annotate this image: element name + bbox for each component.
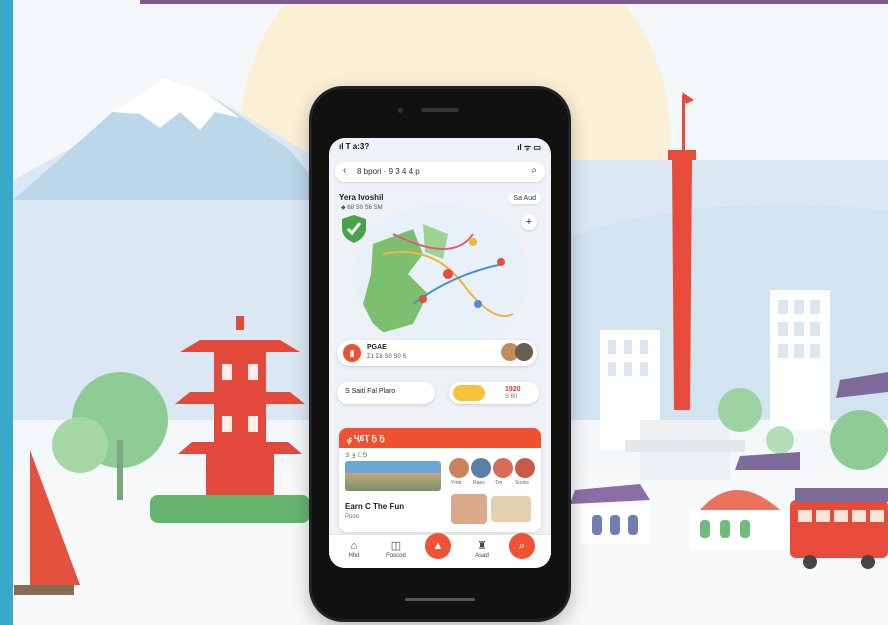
tab-label: Foscod <box>386 553 406 559</box>
app-screen: ıl T a:3? ıl ᯤ ▭ ‹ 8 bpori · 9 3 4 4 p ⌕… <box>329 138 551 568</box>
chevron-left-icon[interactable]: ‹ <box>343 165 346 176</box>
price-chip[interactable]: 1920 S 60 <box>449 382 539 404</box>
thumb-caption: Sooks <box>515 480 529 486</box>
compass-icon: ▲ <box>432 540 444 552</box>
status-time: ıl T a:3? <box>339 142 370 151</box>
price-value: 1920 <box>505 386 521 393</box>
plan-label: S Saiti Fal Plaro <box>345 388 396 395</box>
thumbnail[interactable] <box>471 458 491 478</box>
location-card[interactable]: ▮ PGAE Σ1 Σ8 S0 S0 S <box>337 340 537 366</box>
status-icons: ıl ᯤ ▭ <box>517 143 541 152</box>
food-photo[interactable] <box>491 496 531 522</box>
home-icon: ⌂ <box>350 540 358 552</box>
castle-icon: ♜ <box>477 540 487 552</box>
top-image-strip <box>140 0 888 4</box>
feature-card-header: ݷ ҶϐҬ Ҕ Ҕ <box>339 428 541 448</box>
search-bar[interactable]: ‹ 8 bpori · 9 3 4 4 p ⌕ <box>335 162 545 182</box>
smartphone: ıl T a:3? ıl ᯤ ▭ ‹ 8 bpori · 9 3 4 4 p ⌕… <box>309 86 571 622</box>
search-query[interactable]: 8 bpori · 9 3 4 4 p <box>357 167 420 176</box>
tab-home[interactable]: ⌂ Hhd <box>337 539 371 559</box>
front-camera <box>398 108 403 113</box>
home-indicator <box>405 598 475 601</box>
tab-map[interactable]: ◫ Foscod <box>379 539 413 559</box>
place-title: Yera Ivoshil <box>339 193 384 202</box>
map-icon: ◫ <box>390 540 402 552</box>
tram <box>790 488 888 569</box>
card-title: PGAE <box>367 344 387 351</box>
add-button[interactable]: Sa Aud <box>508 193 541 204</box>
thumb-caption: Ymb <box>451 480 462 486</box>
item-title: Earn C The Fun <box>345 502 405 511</box>
route-map[interactable] <box>353 204 529 350</box>
bottom-tab-bar: ⌂ Hhd ◫ Foscod ▲ ♜ Asad ⌕ <box>329 533 551 568</box>
thumbnail[interactable] <box>493 458 513 478</box>
avatar <box>515 343 533 361</box>
search-icon: ⌕ <box>518 540 526 552</box>
thumb-caption: Tm <box>495 480 503 486</box>
feature-card[interactable]: ݷ ҶϐҬ Ҕ Ҕ ℬ ℈ ℰ ⅁ Ymb Raes Tm Sooks Earn… <box>339 428 541 532</box>
landscape-photo[interactable] <box>345 461 441 491</box>
thumb-caption: Raes <box>473 480 485 486</box>
price-sub: S 60 <box>505 394 518 400</box>
search-fab[interactable]: ⌕ <box>509 533 535 559</box>
status-bar: ıl T a:3? ıl ᯤ ▭ <box>329 138 551 154</box>
coin-icon <box>453 385 485 401</box>
tab-castle[interactable]: ♜ Asad <box>465 539 499 559</box>
feature-header-text: ݷ ҶϐҬ Ҕ Ҕ <box>347 434 385 443</box>
map-graphic <box>353 204 529 350</box>
tab-label: Asad <box>475 553 489 559</box>
tab-label: Hhd <box>348 553 360 559</box>
card-subtitle: Σ1 Σ8 S0 S0 S <box>367 354 407 360</box>
left-border-strip <box>0 0 13 625</box>
shield-check-icon <box>342 215 366 243</box>
earpiece-speaker <box>421 108 459 112</box>
item-subtitle: Pooo <box>345 514 360 520</box>
compass-fab[interactable]: ▲ <box>425 533 451 559</box>
thumbnail[interactable] <box>515 458 535 478</box>
search-icon[interactable]: ⌕ <box>531 165 537 176</box>
thumbnail[interactable] <box>449 458 469 478</box>
food-photo[interactable] <box>451 494 487 524</box>
bookmark-icon: ▮ <box>343 344 361 362</box>
place-caption: ℬ ℈ ℰ ⅁ <box>345 453 368 459</box>
plan-button[interactable]: S Saiti Fal Plaro <box>337 382 435 404</box>
